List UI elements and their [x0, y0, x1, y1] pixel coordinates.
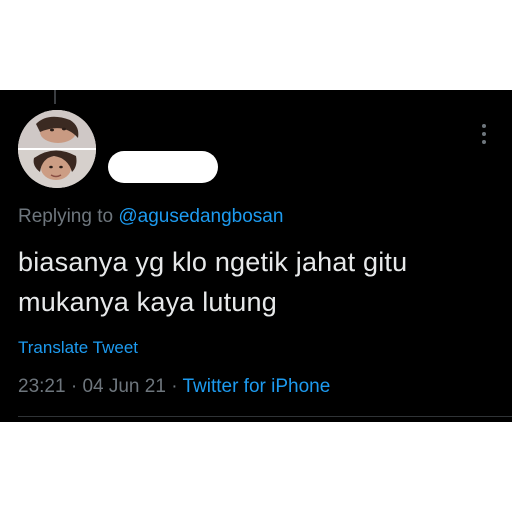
tweet-detail-view: Replying to @agusedangbosan biasanya yg …: [0, 90, 512, 422]
tweet-metadata: 23:21 · 04 Jun 21 · Twitter for iPhone: [18, 376, 330, 398]
tweet-time: 23:21: [18, 376, 66, 397]
meta-separator-2: ·: [171, 376, 178, 397]
replying-to-line: Replying to @agusedangbosan: [18, 206, 283, 228]
replying-to-handle-link[interactable]: @agusedangbosan: [118, 206, 283, 227]
more-dot-2: [482, 132, 486, 136]
tweet-text-line-1: biasanya yg klo ngetik jahat gitu: [18, 247, 408, 277]
translate-tweet-link[interactable]: Translate Tweet: [18, 338, 138, 358]
replying-to-label: Replying to: [18, 206, 119, 227]
more-options-icon[interactable]: [476, 122, 492, 146]
display-name-redaction: [108, 151, 218, 183]
tweet-source-link[interactable]: Twitter for iPhone: [182, 376, 330, 397]
meta-separator-1: ·: [70, 376, 78, 397]
thread-connector-line: [54, 90, 56, 104]
avatar-image: [18, 110, 96, 188]
tweet-date: 04 Jun 21: [82, 376, 166, 397]
avatar[interactable]: [18, 110, 96, 188]
tweet-text: biasanya yg klo ngetik jahat gitu mukany…: [18, 242, 498, 322]
divider: [18, 416, 512, 417]
more-dot-3: [482, 140, 486, 144]
more-dot-1: [482, 124, 486, 128]
tweet-text-line-2: mukanya kaya lutung: [18, 287, 277, 317]
